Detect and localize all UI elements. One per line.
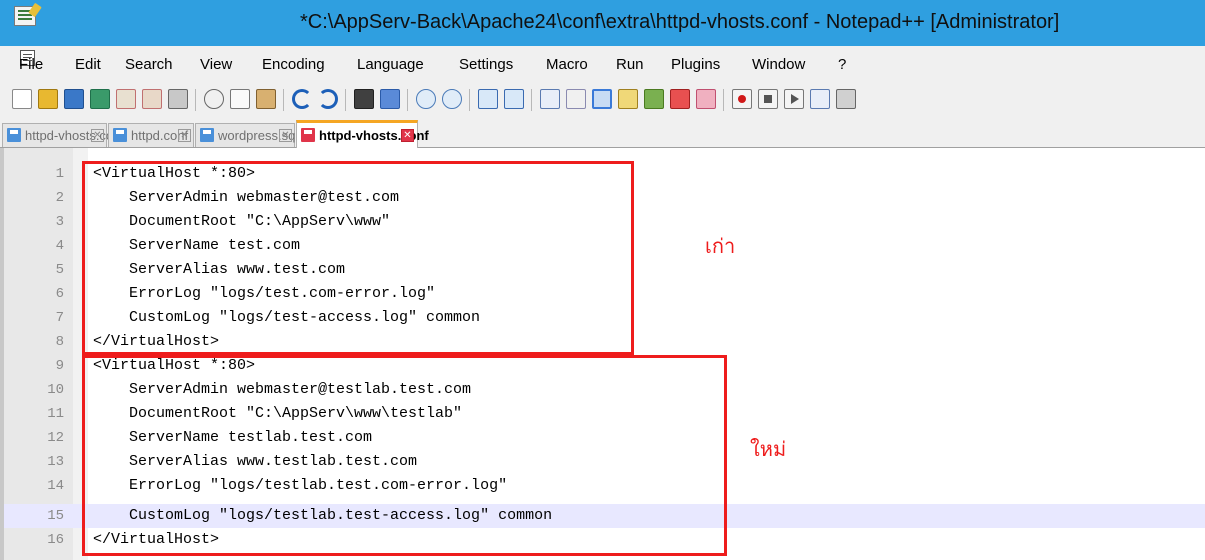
menu-edit[interactable]: Edit xyxy=(75,56,101,73)
close-icon[interactable]: ✕ xyxy=(91,129,104,142)
line-number: 9 xyxy=(55,358,64,374)
sync-vertical-icon[interactable] xyxy=(478,89,498,109)
line-number: 6 xyxy=(55,286,64,302)
line-number: 13 xyxy=(47,454,64,470)
menu-bar: File Edit Search View Encoding Language … xyxy=(0,46,1205,80)
record-dot xyxy=(738,95,746,103)
menu-run[interactable]: Run xyxy=(616,56,644,73)
undo-icon[interactable] xyxy=(292,89,312,109)
replace-icon[interactable] xyxy=(380,89,400,109)
line-number: 8 xyxy=(55,334,64,350)
old-label: เก่า xyxy=(705,236,736,258)
word-wrap-icon[interactable] xyxy=(540,89,560,109)
toolbar-separator xyxy=(345,89,346,111)
function-list-icon[interactable] xyxy=(644,89,664,109)
menu-help[interactable]: ? xyxy=(838,56,846,73)
toolbar-separator xyxy=(723,89,724,111)
cut-icon[interactable] xyxy=(204,89,224,109)
tab-httpd-vhosts-1[interactable]: httpd-vhosts.conf ✕ xyxy=(2,123,124,147)
save-macro-icon[interactable] xyxy=(836,89,856,109)
close-icon[interactable] xyxy=(116,89,136,109)
redo-icon[interactable] xyxy=(318,89,338,109)
copy-icon[interactable] xyxy=(230,89,250,109)
menu-encoding[interactable]: Encoding xyxy=(262,56,325,73)
run-macro-multiple-icon[interactable] xyxy=(810,89,830,109)
tab-wordpress-sql[interactable]: wordpress.sql ✕ xyxy=(195,123,298,147)
indent-guide-icon[interactable] xyxy=(592,89,612,109)
notepad-plus-plus-icon[interactable] xyxy=(14,6,36,26)
toolbar-separator xyxy=(531,89,532,111)
close-icon[interactable]: ✕ xyxy=(279,129,292,142)
record-macro-icon[interactable] xyxy=(732,89,752,109)
zoom-in-icon[interactable] xyxy=(416,89,436,109)
toolbar-separator xyxy=(469,89,470,111)
save-icon xyxy=(301,128,315,142)
line-number: 15 xyxy=(47,508,64,524)
menu-language[interactable]: Language xyxy=(357,56,424,73)
menu-view[interactable]: View xyxy=(200,56,232,73)
line-number: 11 xyxy=(47,406,64,422)
line-number: 3 xyxy=(55,214,64,230)
open-file-icon[interactable] xyxy=(38,89,58,109)
tab-httpd-vhosts-active[interactable]: httpd-vhosts.conf ✕ xyxy=(296,120,429,148)
new-file-icon[interactable] xyxy=(12,89,32,109)
menu-macro[interactable]: Macro xyxy=(546,56,588,73)
close-all-icon[interactable] xyxy=(142,89,162,109)
line-number: 5 xyxy=(55,262,64,278)
title-bar: *C:\AppServ-Back\Apache24\conf\extra\htt… xyxy=(0,0,1205,46)
line-number: 10 xyxy=(47,382,64,398)
save-all-icon[interactable] xyxy=(90,89,110,109)
paste-icon[interactable] xyxy=(256,89,276,109)
line-number: 4 xyxy=(55,238,64,254)
menu-file[interactable]: File xyxy=(19,56,43,73)
save-icon xyxy=(113,128,127,142)
line-number: 1 xyxy=(55,166,64,182)
save-icon xyxy=(7,128,21,142)
line-number: 14 xyxy=(47,478,64,494)
old-config-highlight-box xyxy=(82,161,634,355)
line-number: 7 xyxy=(55,310,64,326)
toolbar xyxy=(0,80,1205,118)
line-number: 16 xyxy=(47,532,64,548)
toolbar-separator xyxy=(407,89,408,111)
show-all-chars-icon[interactable] xyxy=(566,89,586,109)
monitoring-icon[interactable] xyxy=(696,89,716,109)
toolbar-separator xyxy=(195,89,196,111)
editor[interactable]: 1 <VirtualHost *:80> 2 ServerAdmin webmas… xyxy=(0,148,1205,560)
doc-map-icon[interactable] xyxy=(618,89,638,109)
sync-horizontal-icon[interactable] xyxy=(504,89,524,109)
tab-httpd-conf[interactable]: httpd.conf ✕ xyxy=(108,123,194,147)
find-icon[interactable] xyxy=(354,89,374,109)
folder-workspace-icon[interactable] xyxy=(670,89,690,109)
menu-plugins[interactable]: Plugins xyxy=(671,56,720,73)
zoom-out-icon[interactable] xyxy=(442,89,462,109)
toolbar-separator xyxy=(283,89,284,111)
play-macro-icon[interactable] xyxy=(784,89,804,109)
menu-window[interactable]: Window xyxy=(752,56,805,73)
play-triangle xyxy=(791,94,799,104)
save-icon xyxy=(200,128,214,142)
menu-search[interactable]: Search xyxy=(125,56,173,73)
close-icon[interactable]: ✕ xyxy=(178,129,191,142)
window-title: *C:\AppServ-Back\Apache24\conf\extra\htt… xyxy=(300,11,1060,33)
new-label: ใหม่ xyxy=(750,439,787,461)
save-icon[interactable] xyxy=(64,89,84,109)
tab-bar: httpd-vhosts.conf ✕ httpd.conf ✕ wordpre… xyxy=(0,118,1205,148)
print-icon[interactable] xyxy=(168,89,188,109)
stop-square xyxy=(764,95,772,103)
stop-record-icon[interactable] xyxy=(758,89,778,109)
close-icon[interactable]: ✕ xyxy=(401,129,414,142)
new-config-highlight-box xyxy=(82,355,727,556)
window-left-border xyxy=(0,148,4,560)
line-number: 2 xyxy=(55,190,64,206)
menu-settings[interactable]: Settings xyxy=(459,56,513,73)
line-number: 12 xyxy=(47,430,64,446)
